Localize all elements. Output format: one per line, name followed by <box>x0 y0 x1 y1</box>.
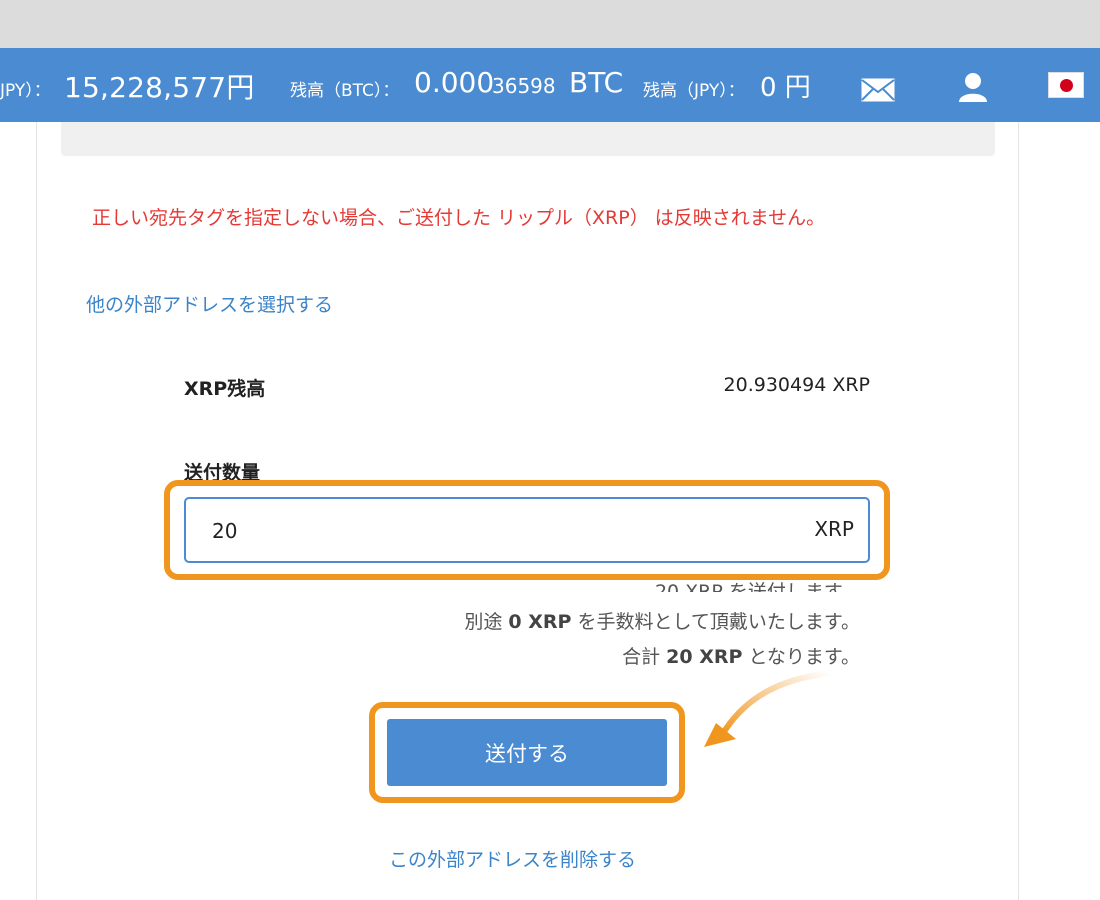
fee-suffix: を手数料として頂戴いたします。 <box>577 611 860 633</box>
japan-flag-icon[interactable] <box>1048 72 1084 98</box>
amount-label: 送付数量 <box>184 462 261 480</box>
balance-value: 20.930494 XRP <box>723 374 870 396</box>
fee-prefix: 別途 <box>464 611 503 633</box>
user-icon[interactable] <box>957 71 989 103</box>
balance-label: XRP残高 <box>184 378 266 400</box>
warning-message: 正しい宛先タグを指定しない場合、ご送付した リップル（XRP） は反映されません… <box>92 207 826 229</box>
amount-unit: XRP <box>814 517 854 541</box>
delete-address-link[interactable]: この外部アドレスを削除する <box>389 845 636 872</box>
fee-amount: 0 XRP <box>508 611 572 633</box>
mail-icon[interactable] <box>861 78 895 102</box>
btc-balance-value-main: 0.000 <box>414 66 495 99</box>
total-prefix: 合計 <box>622 646 661 668</box>
amount-input[interactable] <box>210 513 774 549</box>
pointer-arrow-icon <box>704 670 833 747</box>
amount-field[interactable]: XRP <box>184 497 870 563</box>
header-bar: JPY）： 15,228,577円 残高（BTC）： 0.000 36598 B… <box>0 48 1100 122</box>
flag-dot <box>1060 79 1073 92</box>
send-button[interactable]: 送付する <box>387 719 667 786</box>
jpy-balance-value: 0 円 <box>760 73 811 103</box>
jpy-total-label: JPY）： <box>0 81 51 101</box>
btc-unit: BTC <box>569 66 624 99</box>
select-other-address-link[interactable]: 他の外部アドレスを選択する <box>86 290 333 317</box>
jpy-balance-label: 残高（JPY）： <box>643 81 745 101</box>
info-box <box>61 122 995 156</box>
btc-balance-label: 残高（BTC）： <box>290 81 400 101</box>
browser-chrome <box>0 0 1100 48</box>
btc-balance-value-minor: 36598 <box>492 74 556 98</box>
summary-line-fee: 別途 0 XRP を手数料として頂戴いたします。 <box>300 607 860 634</box>
jpy-total-value: 15,228,577円 <box>64 71 255 104</box>
